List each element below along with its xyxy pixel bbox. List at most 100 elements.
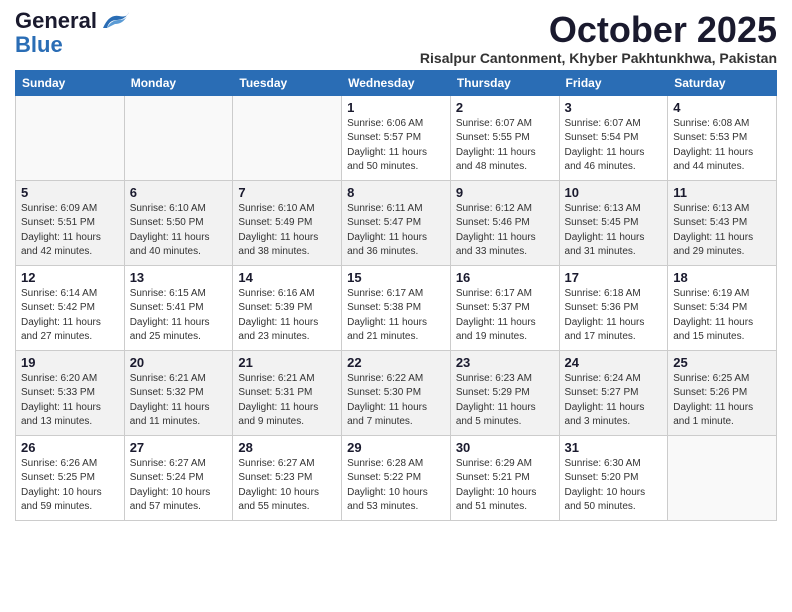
day-number: 23 xyxy=(456,355,554,370)
week-row-2: 5Sunrise: 6:09 AM Sunset: 5:51 PM Daylig… xyxy=(16,180,777,265)
day-number: 25 xyxy=(673,355,771,370)
day-number: 10 xyxy=(565,185,663,200)
header-wednesday: Wednesday xyxy=(342,70,451,95)
day-number: 11 xyxy=(673,185,771,200)
day-cell xyxy=(233,95,342,180)
day-info: Sunrise: 6:23 AM Sunset: 5:29 PM Dayligh… xyxy=(456,372,554,430)
day-cell: 22Sunrise: 6:22 AM Sunset: 5:30 PM Dayli… xyxy=(342,350,451,435)
day-info: Sunrise: 6:20 AM Sunset: 5:33 PM Dayligh… xyxy=(21,372,119,430)
day-info: Sunrise: 6:21 AM Sunset: 5:31 PM Dayligh… xyxy=(238,372,336,430)
day-number: 14 xyxy=(238,270,336,285)
day-number: 22 xyxy=(347,355,445,370)
day-cell: 1Sunrise: 6:06 AM Sunset: 5:57 PM Daylig… xyxy=(342,95,451,180)
day-info: Sunrise: 6:16 AM Sunset: 5:39 PM Dayligh… xyxy=(238,287,336,345)
day-info: Sunrise: 6:12 AM Sunset: 5:46 PM Dayligh… xyxy=(456,202,554,260)
logo-text: General xyxy=(15,10,97,32)
day-number: 27 xyxy=(130,440,228,455)
title-area: October 2025 Risalpur Cantonment, Khyber… xyxy=(420,10,777,66)
day-cell: 9 Sunrise: 6:12 AM Sunset: 5:46 PM Daylig… xyxy=(450,180,559,265)
day-info: Sunrise: 6:15 AM Sunset: 5:41 PM Dayligh… xyxy=(130,287,228,345)
day-number: 1 xyxy=(347,100,445,115)
day-number: 6 xyxy=(130,185,228,200)
day-cell: 27Sunrise: 6:27 AM Sunset: 5:24 PM Dayli… xyxy=(124,435,233,520)
week-row-3: 12 Sunrise: 6:14 AM Sunset: 5:42 PM Dayli… xyxy=(16,265,777,350)
week-row-5: 26 Sunrise: 6:26 AM Sunset: 5:25 PM Dayli… xyxy=(16,435,777,520)
day-number: 24 xyxy=(565,355,663,370)
calendar-table: SundayMondayTuesdayWednesdayThursdayFrid… xyxy=(15,70,777,521)
day-info: Sunrise: 6:07 AM Sunset: 5:54 PM Dayligh… xyxy=(565,117,663,175)
day-info: Sunrise: 6:10 AM Sunset: 5:50 PM Dayligh… xyxy=(130,202,228,260)
day-cell: 28 Sunrise: 6:27 AM Sunset: 5:23 PM Dayli… xyxy=(233,435,342,520)
day-info: Sunrise: 6:08 AM Sunset: 5:53 PM Dayligh… xyxy=(673,117,771,175)
day-cell: 4 Sunrise: 6:08 AM Sunset: 5:53 PM Daylig… xyxy=(668,95,777,180)
day-number: 21 xyxy=(238,355,336,370)
day-cell: 16 Sunrise: 6:17 AM Sunset: 5:37 PM Dayli… xyxy=(450,265,559,350)
day-info: Sunrise: 6:27 AM Sunset: 5:23 PM Dayligh… xyxy=(238,457,336,515)
day-cell: 15Sunrise: 6:17 AM Sunset: 5:38 PM Dayli… xyxy=(342,265,451,350)
day-number: 30 xyxy=(456,440,554,455)
day-number: 16 xyxy=(456,270,554,285)
day-info: Sunrise: 6:24 AM Sunset: 5:27 PM Dayligh… xyxy=(565,372,663,430)
month-title: October 2025 xyxy=(420,10,777,50)
day-info: Sunrise: 6:26 AM Sunset: 5:25 PM Dayligh… xyxy=(21,457,119,515)
day-cell: 5Sunrise: 6:09 AM Sunset: 5:51 PM Daylig… xyxy=(16,180,125,265)
day-number: 2 xyxy=(456,100,554,115)
day-info: Sunrise: 6:10 AM Sunset: 5:49 PM Dayligh… xyxy=(238,202,336,260)
day-cell xyxy=(16,95,125,180)
day-number: 28 xyxy=(238,440,336,455)
day-cell: 18Sunrise: 6:19 AM Sunset: 5:34 PM Dayli… xyxy=(668,265,777,350)
day-info: Sunrise: 6:25 AM Sunset: 5:26 PM Dayligh… xyxy=(673,372,771,430)
day-info: Sunrise: 6:17 AM Sunset: 5:37 PM Dayligh… xyxy=(456,287,554,345)
day-cell: 2 Sunrise: 6:07 AM Sunset: 5:55 PM Daylig… xyxy=(450,95,559,180)
logo-bird-icon xyxy=(99,10,131,32)
header-friday: Friday xyxy=(559,70,668,95)
day-info: Sunrise: 6:30 AM Sunset: 5:20 PM Dayligh… xyxy=(565,457,663,515)
logo-blue-text: Blue xyxy=(15,32,63,57)
header-thursday: Thursday xyxy=(450,70,559,95)
header-tuesday: Tuesday xyxy=(233,70,342,95)
day-number: 3 xyxy=(565,100,663,115)
day-info: Sunrise: 6:28 AM Sunset: 5:22 PM Dayligh… xyxy=(347,457,445,515)
day-info: Sunrise: 6:13 AM Sunset: 5:43 PM Dayligh… xyxy=(673,202,771,260)
day-cell xyxy=(668,435,777,520)
day-info: Sunrise: 6:29 AM Sunset: 5:21 PM Dayligh… xyxy=(456,457,554,515)
day-number: 17 xyxy=(565,270,663,285)
day-number: 12 xyxy=(21,270,119,285)
day-cell: 29 Sunrise: 6:28 AM Sunset: 5:22 PM Dayli… xyxy=(342,435,451,520)
day-info: Sunrise: 6:21 AM Sunset: 5:32 PM Dayligh… xyxy=(130,372,228,430)
day-info: Sunrise: 6:19 AM Sunset: 5:34 PM Dayligh… xyxy=(673,287,771,345)
day-info: Sunrise: 6:14 AM Sunset: 5:42 PM Dayligh… xyxy=(21,287,119,345)
day-cell: 11 Sunrise: 6:13 AM Sunset: 5:43 PM Dayli… xyxy=(668,180,777,265)
day-cell: 10Sunrise: 6:13 AM Sunset: 5:45 PM Dayli… xyxy=(559,180,668,265)
header-monday: Monday xyxy=(124,70,233,95)
week-row-1: 1Sunrise: 6:06 AM Sunset: 5:57 PM Daylig… xyxy=(16,95,777,180)
day-info: Sunrise: 6:09 AM Sunset: 5:51 PM Dayligh… xyxy=(21,202,119,260)
day-number: 20 xyxy=(130,355,228,370)
header-saturday: Saturday xyxy=(668,70,777,95)
day-cell: 21 Sunrise: 6:21 AM Sunset: 5:31 PM Dayli… xyxy=(233,350,342,435)
day-number: 15 xyxy=(347,270,445,285)
day-number: 7 xyxy=(238,185,336,200)
day-number: 8 xyxy=(347,185,445,200)
day-cell: 24 Sunrise: 6:24 AM Sunset: 5:27 PM Dayli… xyxy=(559,350,668,435)
day-cell: 3 Sunrise: 6:07 AM Sunset: 5:54 PM Daylig… xyxy=(559,95,668,180)
day-cell: 30 Sunrise: 6:29 AM Sunset: 5:21 PM Dayli… xyxy=(450,435,559,520)
day-info: Sunrise: 6:07 AM Sunset: 5:55 PM Dayligh… xyxy=(456,117,554,175)
day-cell: 7 Sunrise: 6:10 AM Sunset: 5:49 PM Daylig… xyxy=(233,180,342,265)
day-cell: 12 Sunrise: 6:14 AM Sunset: 5:42 PM Dayli… xyxy=(16,265,125,350)
day-cell: 31 Sunrise: 6:30 AM Sunset: 5:20 PM Dayli… xyxy=(559,435,668,520)
day-cell: 13Sunrise: 6:15 AM Sunset: 5:41 PM Dayli… xyxy=(124,265,233,350)
day-info: Sunrise: 6:11 AM Sunset: 5:47 PM Dayligh… xyxy=(347,202,445,260)
day-number: 9 xyxy=(456,185,554,200)
day-number: 31 xyxy=(565,440,663,455)
day-number: 4 xyxy=(673,100,771,115)
day-info: Sunrise: 6:18 AM Sunset: 5:36 PM Dayligh… xyxy=(565,287,663,345)
day-cell: 26 Sunrise: 6:26 AM Sunset: 5:25 PM Dayli… xyxy=(16,435,125,520)
day-cell: 17 Sunrise: 6:18 AM Sunset: 5:36 PM Dayli… xyxy=(559,265,668,350)
calendar-header-row: SundayMondayTuesdayWednesdayThursdayFrid… xyxy=(16,70,777,95)
day-cell: 20 Sunrise: 6:21 AM Sunset: 5:32 PM Dayli… xyxy=(124,350,233,435)
day-cell: 8 Sunrise: 6:11 AM Sunset: 5:47 PM Daylig… xyxy=(342,180,451,265)
day-number: 29 xyxy=(347,440,445,455)
day-number: 26 xyxy=(21,440,119,455)
day-cell: 19Sunrise: 6:20 AM Sunset: 5:33 PM Dayli… xyxy=(16,350,125,435)
